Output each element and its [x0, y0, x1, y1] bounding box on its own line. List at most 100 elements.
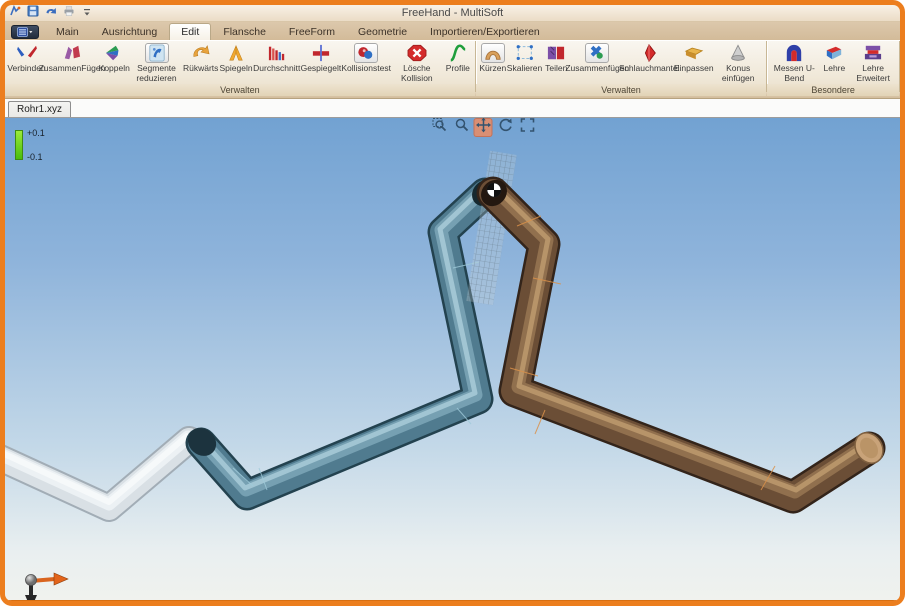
ribbon-button-profile[interactable]: Profile — [443, 42, 473, 75]
ribbon-tab-edit[interactable]: Edit — [169, 23, 211, 40]
ribbon-tabs: MainAusrichtungEditFlanscheFreeFormGeome… — [45, 23, 552, 40]
ribbon-tab-ausrichtung[interactable]: Ausrichtung — [91, 24, 168, 40]
ribbon-button-label: Lehre Erweitert — [851, 64, 895, 83]
scene-canvas — [5, 118, 900, 600]
ribbon-button-schlauchmantel[interactable]: Schlauchmantel — [623, 42, 675, 75]
ribbon-tab-freeform[interactable]: FreeForm — [278, 24, 346, 40]
messen-ubend-icon — [782, 43, 806, 63]
ribbon-button-zusammenf-gen[interactable]: Zusammenfügen — [571, 42, 623, 75]
application-menu-button[interactable] — [11, 25, 39, 39]
segmente-reduzieren-icon — [145, 43, 169, 63]
ribbon-group-label: Besondere — [767, 84, 899, 96]
ribbon-button-l-sche-kollision[interactable]: Lösche Kollision — [391, 42, 443, 84]
rotate-icon — [497, 118, 513, 138]
konus-einfuegen-icon — [726, 43, 750, 63]
viewport-3d[interactable]: +0.1 -0.1 — [5, 118, 900, 600]
koppeln-icon — [102, 43, 126, 63]
pan-icon — [475, 118, 491, 138]
ribbon-button-k-rzen[interactable]: Kürzen — [478, 42, 508, 75]
ribbon-tab-importieren-exportieren[interactable]: Importieren/Exportieren — [419, 24, 551, 40]
kollisionstest-icon — [354, 43, 378, 63]
viewport-tool-zoom-window-button[interactable] — [430, 118, 449, 137]
deviation-legend-max: +0.1 — [27, 128, 45, 138]
ribbon-button-label: Messen U-Bend — [771, 64, 817, 83]
ribbon-button-label: Schlauchmantel — [619, 64, 679, 74]
kuerzen-icon — [481, 43, 505, 63]
viewport-tool-pan-button[interactable] — [474, 118, 493, 137]
deviation-legend-bar — [15, 130, 23, 160]
viewport-tool-fit-button[interactable] — [518, 118, 537, 137]
qat-more-icon — [83, 4, 91, 22]
ribbon-group-label: Verwalten — [5, 84, 475, 96]
ribbon-group-label: Verwalten — [476, 84, 766, 96]
viewport-tool-zoom-button[interactable] — [452, 118, 471, 137]
application-menu-icon — [17, 27, 33, 37]
profile-icon — [446, 43, 470, 63]
app-window: FreeHand - MultiSoft MainAusrichtungEdit… — [0, 0, 905, 606]
ribbon-button-durchschnitt[interactable]: Durchschnitt — [253, 42, 300, 75]
ribbon-button-label: Rükwärts — [183, 64, 218, 74]
junction-marker-sphere[interactable] — [487, 183, 501, 197]
ribbon-button-label: Segmente reduzieren — [133, 64, 181, 83]
teal-pipe[interactable] — [182, 175, 503, 495]
deviation-legend: +0.1 -0.1 — [15, 130, 45, 162]
brown-pipe[interactable] — [476, 175, 889, 497]
ribbon-button-label: Lösche Kollision — [393, 64, 441, 83]
ribbon-button-gespiegelt[interactable]: Gespiegelt — [300, 42, 341, 75]
ribbon-button-spiegeln[interactable]: Spiegeln — [219, 42, 253, 75]
ribbon-button-label: Skalieren — [507, 64, 542, 74]
ribbon-button-lehre[interactable]: Lehre — [819, 42, 849, 75]
document-tab-strip: Rohr1.xyz — [5, 99, 900, 118]
ribbon: VerbindenZusammenFügenKoppelnSegmente re… — [5, 40, 900, 92]
save-icon — [27, 4, 39, 22]
ribbon-button-skalieren[interactable]: Skalieren — [508, 42, 541, 75]
zusammenfuegen-a-icon — [60, 43, 84, 63]
quick-access-toolbar — [5, 7, 94, 20]
ribbon-button-segmente-reduzieren[interactable]: Segmente reduzieren — [131, 42, 183, 84]
teilen-icon — [544, 43, 568, 63]
ribbon-button-kollisionstest[interactable]: Kollisionstest — [341, 42, 390, 75]
document-tab-rohr1-xyz[interactable]: Rohr1.xyz — [8, 101, 71, 117]
ribbon-button-label: Lehre — [823, 64, 845, 74]
ribbon-group-verwalten-0: VerbindenZusammenFügenKoppelnSegmente re… — [5, 41, 476, 92]
ribbon-tab-main[interactable]: Main — [45, 24, 90, 40]
schlauchmantel-icon — [637, 43, 661, 63]
print-button[interactable] — [62, 7, 76, 20]
einpassen-icon — [682, 43, 706, 63]
ribbon-button-label: Einpassen — [674, 64, 714, 74]
undo-button[interactable] — [44, 7, 58, 20]
ribbon-button-label: Kollisionstest — [341, 64, 391, 74]
white-pipe[interactable] — [5, 436, 189, 508]
ribbon-button-lehre-erweitert[interactable]: Lehre Erweitert — [849, 42, 897, 84]
axis-triad — [25, 573, 68, 600]
ribbon-group-besondere-2: Messen U-BendLehreLehre ErweitertBesonde… — [767, 41, 900, 92]
durchschnitt-icon — [265, 43, 289, 63]
ribbon-button-einpassen[interactable]: Einpassen — [675, 42, 712, 75]
ribbon-button-label: Durchschnitt — [253, 64, 300, 74]
save-button[interactable] — [26, 7, 40, 20]
ribbon-tab-geometrie[interactable]: Geometrie — [347, 24, 418, 40]
skalieren-icon — [513, 43, 537, 63]
ribbon-button-zusammenf-gen[interactable]: ZusammenFügen — [46, 42, 98, 75]
print-icon — [63, 4, 75, 22]
qat-more-button[interactable] — [80, 7, 94, 20]
ribbon-button-koppeln[interactable]: Koppeln — [98, 42, 131, 75]
gespiegelt-icon — [309, 43, 333, 63]
zusammenfuegen-b-icon — [585, 43, 609, 63]
ribbon-group-verwalten-1: KürzenSkalierenTeilen ZusammenfügenSchlau… — [476, 41, 767, 92]
ribbon-button-label: Teilen — [545, 64, 567, 74]
ribbon-button-messen-u-bend[interactable]: Messen U-Bend — [769, 42, 819, 84]
ribbon-button-label: ZusammenFügen — [39, 64, 106, 74]
ribbon-button-r-kw-rts[interactable]: Rükwärts — [183, 42, 219, 75]
deviation-legend-min: -0.1 — [27, 152, 45, 162]
app-logo-button[interactable] — [8, 7, 22, 20]
lehre-icon — [822, 43, 846, 63]
ribbon-tab-flansche[interactable]: Flansche — [212, 24, 277, 40]
ribbon-button-konus-einf-gen[interactable]: Konus einfügen — [712, 42, 764, 84]
viewport-tool-rotate-button[interactable] — [496, 118, 515, 137]
ribbon-button-label: Koppeln — [99, 64, 130, 74]
loesche-kollision-icon — [405, 43, 429, 63]
title-bar: FreeHand - MultiSoft — [5, 5, 900, 22]
fit-icon — [519, 118, 535, 138]
undo-icon — [45, 4, 57, 22]
